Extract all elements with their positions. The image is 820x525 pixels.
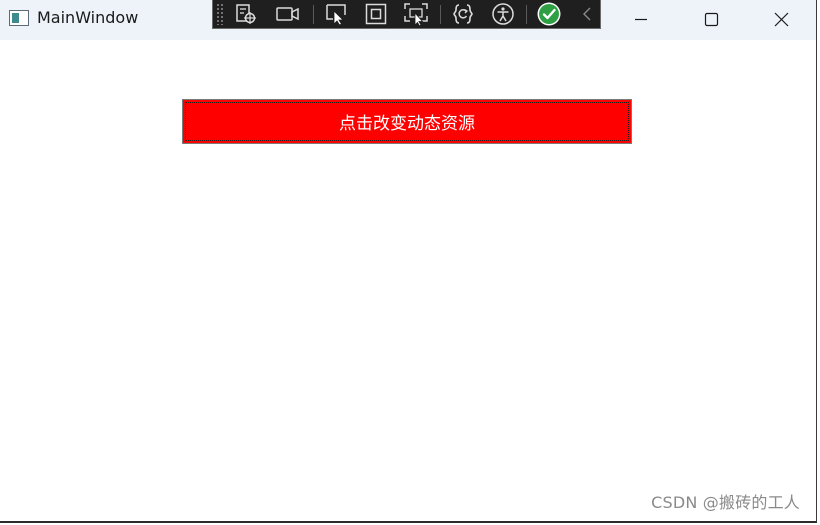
maximize-button[interactable] xyxy=(688,0,734,38)
watermark-text: CSDN @搬砖的工人 xyxy=(651,493,800,512)
close-icon xyxy=(774,12,789,27)
collapse-toolbar-button[interactable] xyxy=(574,1,600,27)
close-button[interactable] xyxy=(758,0,804,38)
go-to-live-visual-tree-icon xyxy=(236,4,256,24)
hot-reload-button[interactable] xyxy=(450,1,476,27)
button-label: 点击改变动态资源 xyxy=(339,114,475,134)
accessibility-checker-button[interactable] xyxy=(490,1,516,27)
app-window-icon xyxy=(9,10,29,26)
track-focused-element-icon xyxy=(404,3,428,26)
display-layout-adorners-button[interactable] xyxy=(363,1,389,27)
toolbar-grip[interactable] xyxy=(216,3,224,25)
main-window: MainWindow 点击改变动态资源 CSDN @搬砖的工人 xyxy=(0,0,817,523)
record-button[interactable] xyxy=(275,1,301,27)
maximize-icon xyxy=(704,12,719,27)
hot-reload-icon xyxy=(453,4,473,24)
window-content: 点击改变动态资源 xyxy=(0,40,816,521)
collapse-chevron-icon xyxy=(583,7,591,21)
minimize-icon xyxy=(635,18,647,21)
binding-check-icon xyxy=(537,2,561,26)
select-element-icon xyxy=(326,4,346,26)
minimize-button[interactable] xyxy=(618,0,664,38)
display-layout-adorners-icon xyxy=(365,3,387,25)
change-dynamic-resource-button[interactable]: 点击改变动态资源 xyxy=(182,99,632,144)
record-icon xyxy=(276,7,299,21)
window-title: MainWindow xyxy=(37,8,139,27)
accessibility-icon xyxy=(492,3,514,25)
xaml-debug-toolbar xyxy=(212,0,601,29)
track-focused-element-button[interactable] xyxy=(403,1,429,27)
live-visual-tree-button[interactable] xyxy=(233,1,259,27)
select-element-button[interactable] xyxy=(323,1,349,27)
binding-failures-button[interactable] xyxy=(536,1,562,27)
